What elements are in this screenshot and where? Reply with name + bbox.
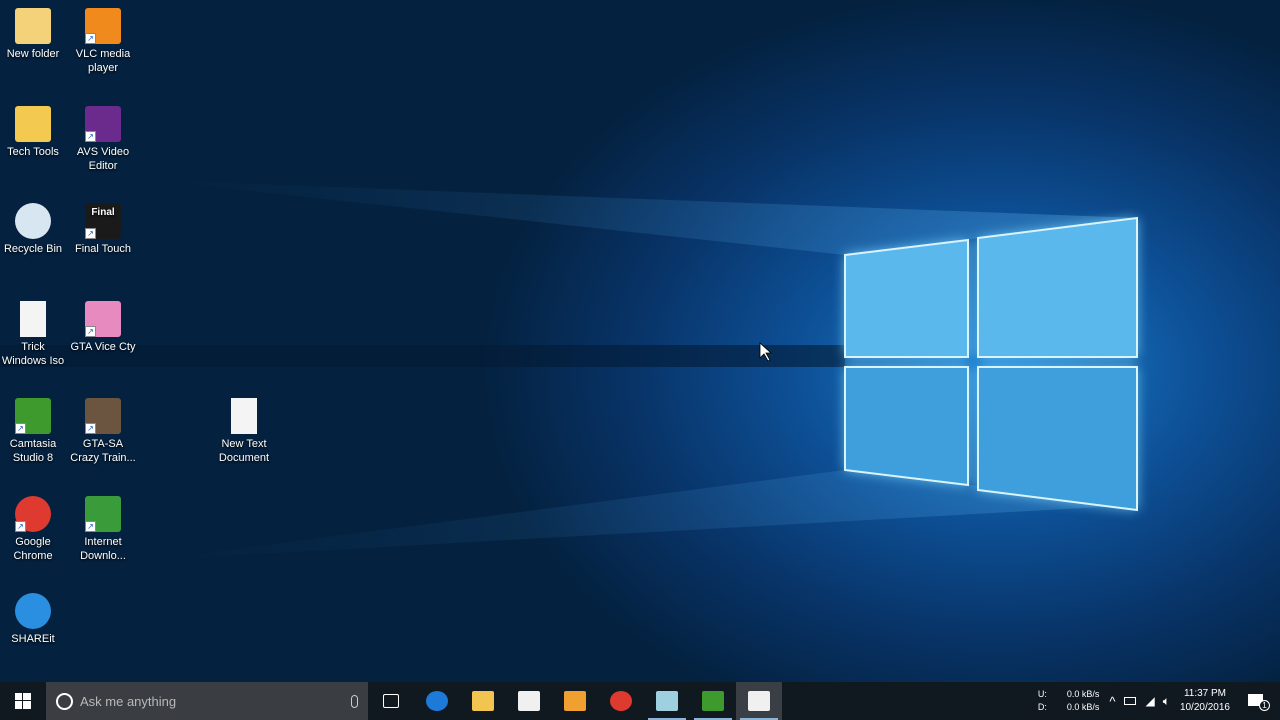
desktop-icon-vlc-media-player[interactable]: ↗ VLC media player [68, 8, 138, 75]
desktop-icon-google-chrome[interactable]: ↗ Google Chrome [0, 495, 68, 563]
desktop-icon-new-folder[interactable]: New folder [0, 8, 68, 61]
desktop-icon-label: SHAREit [11, 633, 55, 645]
desktop-icon-label: AVS Video Editor [76, 145, 130, 172]
file-icon [20, 300, 46, 337]
chrome-icon [610, 691, 632, 711]
desktop-icon-shareit[interactable]: SHAREit [0, 593, 68, 646]
camtasia-icon: ↗ [15, 398, 51, 434]
desktop-icon-label: Google Chrome [13, 535, 53, 562]
start-button[interactable] [0, 682, 46, 720]
desktop-icon-label: New folder [6, 48, 60, 60]
taskbar-edge-button[interactable] [414, 682, 460, 720]
net-down-speed: 0.0 kB/s [1066, 702, 1100, 712]
taskbar-camtasia-recorder-button[interactable] [736, 682, 782, 720]
time: 11:37 PM [1183, 688, 1226, 699]
show-hidden-icons-chevron-icon[interactable]: ^ [1109, 694, 1115, 709]
taskbar-file-explorer-button[interactable] [460, 682, 506, 720]
camtasia-recorder-icon [748, 691, 770, 711]
desktop-icon-gta-sa-crazy-train[interactable]: ↗ GTA-SA Crazy Train... [68, 398, 138, 465]
desktop-icon-internet-downlo[interactable]: ↗ Internet Downlo... [68, 495, 138, 563]
search-placeholder: Ask me anything [80, 693, 177, 709]
network-icon[interactable]: ◢ [1146, 694, 1155, 708]
desktop-icon-label: Internet Downlo... [80, 535, 126, 562]
desktop[interactable]: New folder ↗ VLC media player Tech Tools ↗ AV… [0, 0, 1280, 682]
shortcut-arrow-icon: ↗ [15, 520, 26, 532]
desktop-icon-trick-windows-iso[interactable]: Trick Windows Iso [0, 300, 68, 368]
desktop-icon-recycle-bin[interactable]: Recycle Bin [0, 203, 68, 256]
desktop-icon-label: GTA Vice Cty [70, 340, 136, 353]
gta-sa-icon: ↗ [85, 398, 121, 434]
notepad-app-icon [656, 691, 678, 711]
desktop-icon-label: Tech Tools [7, 145, 59, 158]
idm-icon: ↗ [85, 495, 121, 532]
desktop-icon-final-touch[interactable]: Final ↗ Final Touch [68, 203, 138, 256]
edge-icon [426, 691, 448, 711]
shortcut-arrow-icon: ↗ [85, 130, 96, 142]
shareit-icon [15, 593, 51, 629]
chrome-icon: ↗ [15, 495, 51, 532]
app-orange-icon [564, 691, 586, 711]
taskbar: Ask me anything U: D: 0.0 kB/s 0.0 kB/s … [0, 682, 1280, 720]
shortcut-arrow-icon: ↗ [85, 423, 96, 434]
taskbar-store-button[interactable] [506, 682, 552, 720]
task-view-icon [383, 694, 399, 708]
shortcut-arrow-icon: ↗ [15, 423, 26, 434]
taskbar-app-orange-button[interactable] [552, 682, 598, 720]
folder-icon [15, 105, 51, 142]
net-down-label: D: [1037, 702, 1047, 712]
clock[interactable]: 11:37 PM 10/20/2016 [1180, 687, 1230, 715]
date: 10/20/2016 [1179, 702, 1230, 713]
shortcut-arrow-icon: ↗ [85, 33, 96, 44]
action-center-button[interactable]: 1 [1246, 691, 1270, 711]
avs-icon: ↗ [85, 105, 121, 142]
shortcut-arrow-icon: ↗ [85, 325, 96, 337]
text-file-icon [231, 398, 257, 434]
cortana-search-box[interactable]: Ask me anything [46, 682, 368, 720]
taskbar-task-view-button[interactable] [368, 682, 414, 720]
recycle-bin-icon [15, 203, 51, 239]
vlc-icon: ↗ [85, 8, 121, 44]
desktop-icon-tech-tools[interactable]: Tech Tools [0, 105, 68, 159]
desktop-icon-label: Final Touch [74, 243, 132, 255]
camtasia-icon [702, 691, 724, 711]
taskbar-notepad-app-button[interactable] [644, 682, 690, 720]
battery-icon[interactable] [1123, 697, 1136, 705]
desktop-icon-label: Camtasia Studio 8 [9, 438, 57, 464]
shortcut-arrow-icon: ↗ [85, 520, 96, 532]
system-tray: U: D: 0.0 kB/s 0.0 kB/s ^ ◢ 🔈︎ 11:37 PM … [1038, 682, 1280, 720]
cortana-icon [56, 692, 73, 710]
taskbar-chrome-button[interactable] [598, 682, 644, 720]
final-touch-logo-text: Final [91, 207, 115, 218]
microphone-icon[interactable] [351, 694, 358, 708]
taskbar-camtasia-button[interactable] [690, 682, 736, 720]
desktop-icon-new-text-document[interactable]: New Text Document [209, 398, 279, 465]
net-up-label: U: [1037, 689, 1047, 699]
desktop-icon-label: VLC media player [75, 48, 131, 74]
folder-icon [15, 8, 51, 44]
windows-logo-wallpaper [0, 180, 1138, 560]
desktop-icon-camtasia-studio-8[interactable]: ↗ Camtasia Studio 8 [0, 398, 68, 465]
net-up-speed: 0.0 kB/s [1066, 689, 1100, 699]
desktop-icon-avs-video-editor[interactable]: ↗ AVS Video Editor [68, 105, 138, 173]
windows-start-icon [15, 693, 31, 709]
desktop-icon-label: Recycle Bin [3, 243, 63, 255]
desktop-icon-gta-vice-cty[interactable]: ↗ GTA Vice Cty [68, 300, 138, 354]
final-touch-icon: Final ↗ [85, 203, 121, 239]
desktop-icon-label: New Text Document [218, 438, 270, 464]
desktop-icon-label: GTA-SA Crazy Train... [70, 438, 136, 464]
notification-count: 1 [1259, 700, 1270, 711]
file-explorer-icon [472, 691, 494, 711]
gta-vice-city-icon: ↗ [85, 300, 121, 337]
volume-icon[interactable]: 🔈︎ [1163, 694, 1170, 709]
shortcut-arrow-icon: ↗ [85, 228, 96, 239]
store-icon [518, 691, 540, 711]
desktop-icon-label: Trick Windows Iso [1, 340, 65, 367]
